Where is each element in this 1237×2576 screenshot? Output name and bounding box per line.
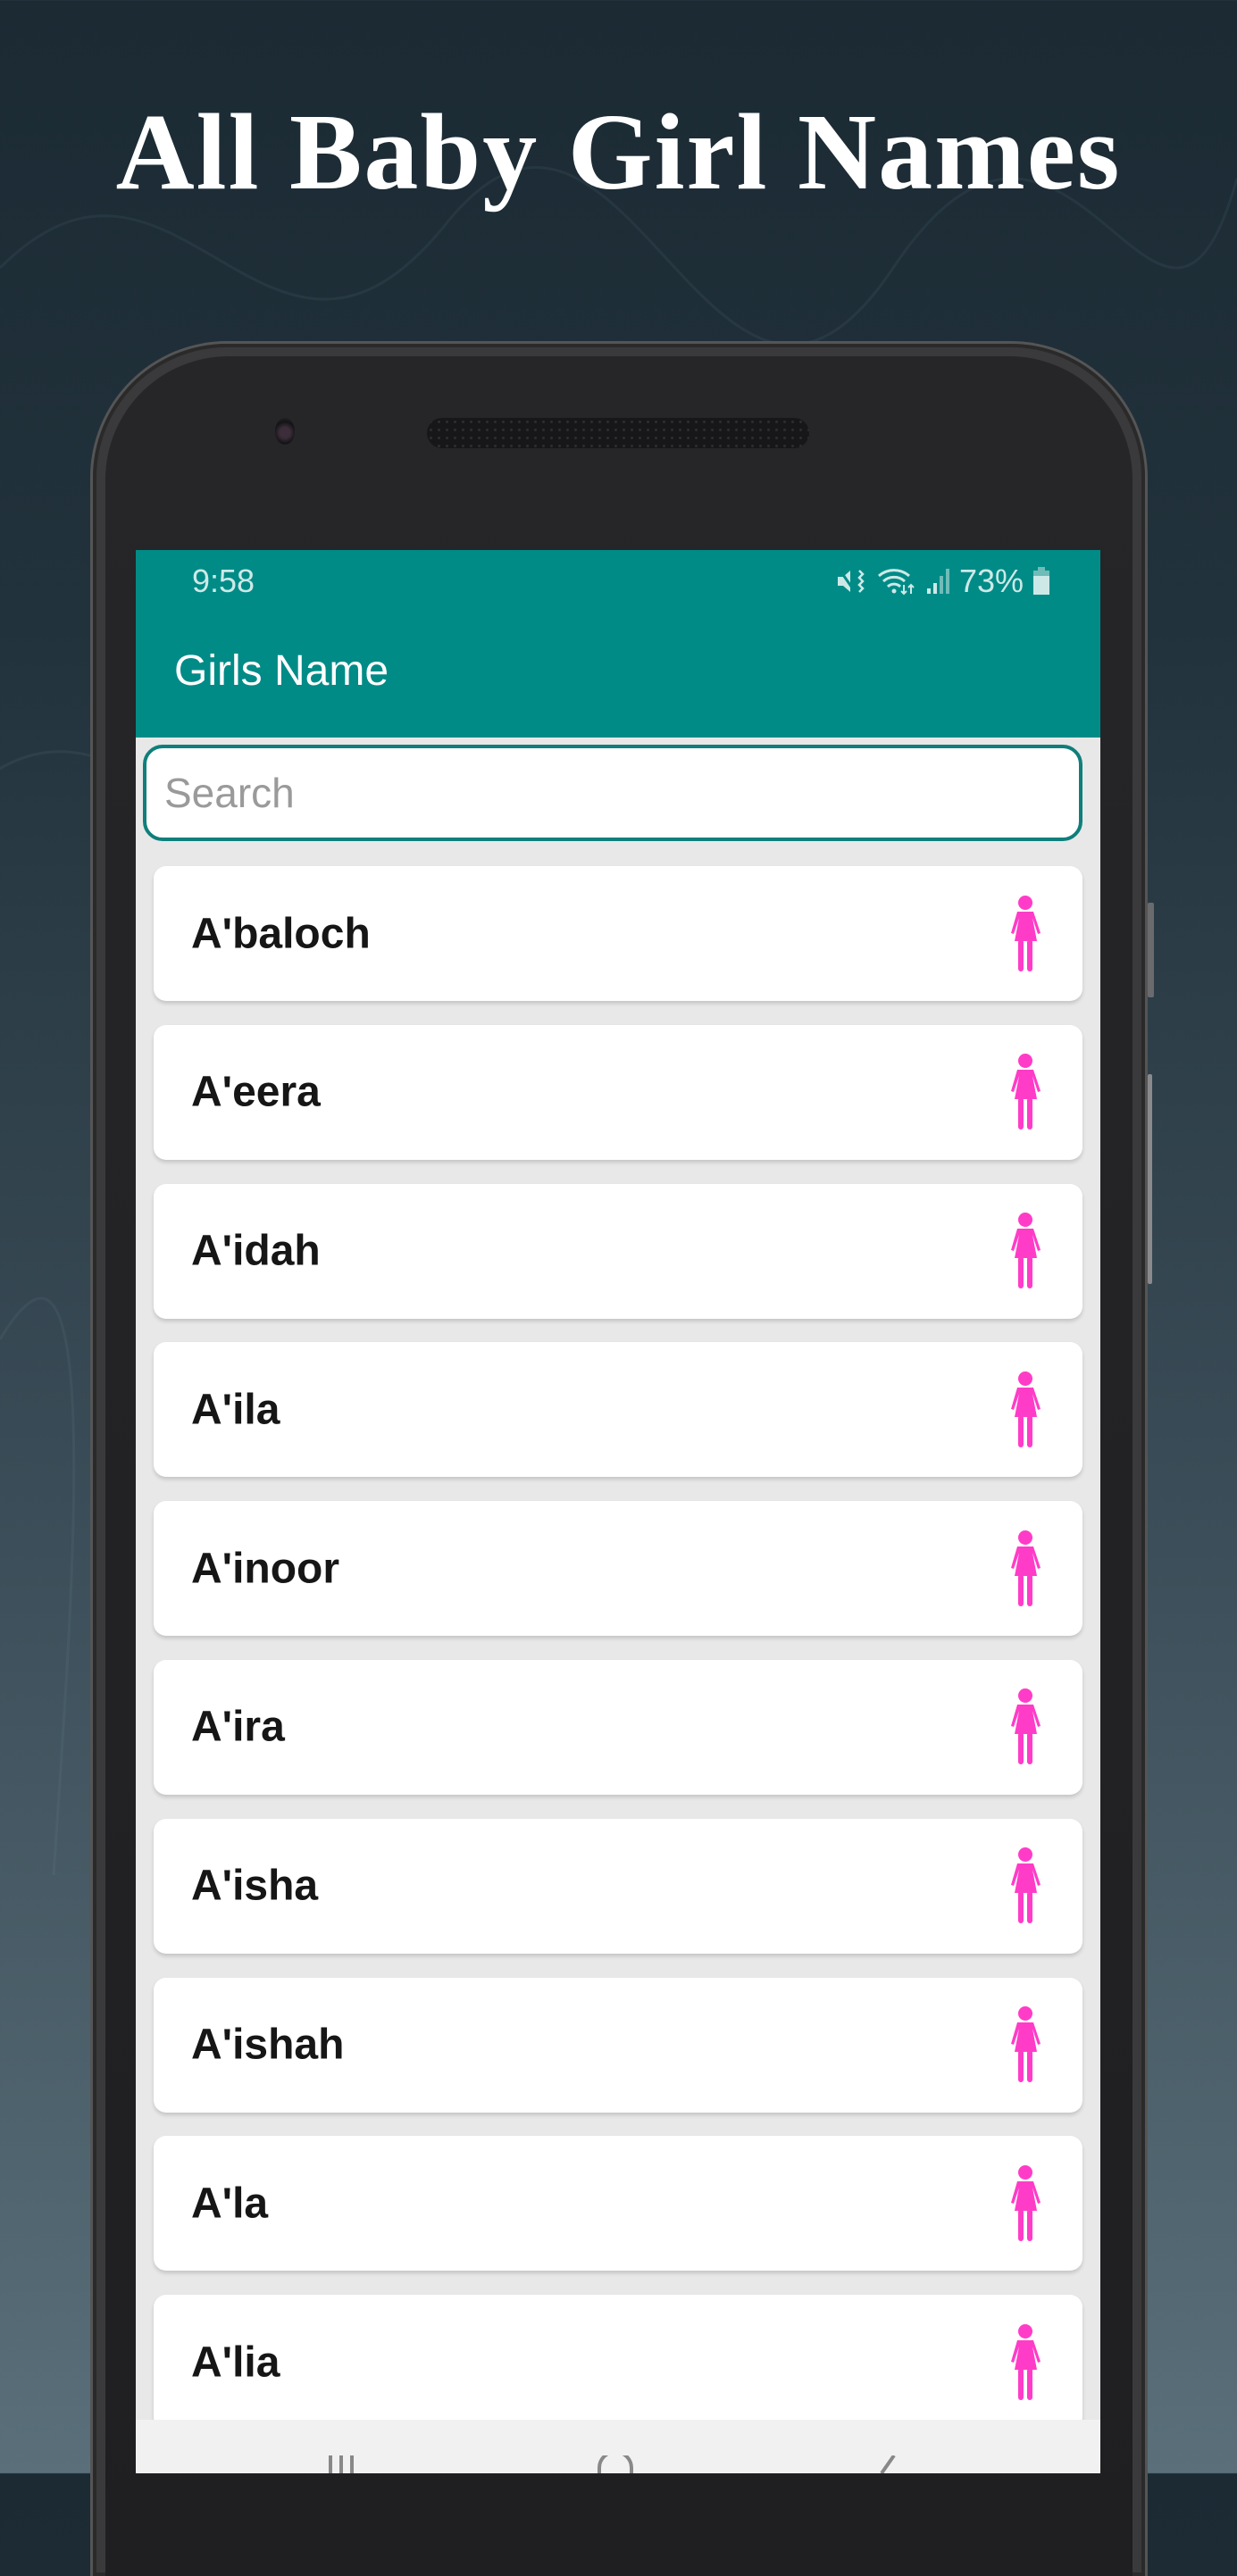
female-icon (1011, 1371, 1041, 1447)
female-icon (1011, 2006, 1041, 2083)
female-icon (1011, 1054, 1041, 1130)
female-icon (1011, 895, 1041, 971)
status-time: 9:58 (192, 563, 255, 599)
female-icon (1011, 1530, 1041, 1606)
volume-button (1148, 1074, 1152, 1284)
app-bar: 9:58 73% Girls Name (136, 550, 1100, 738)
battery-percent: 73% (958, 563, 1024, 599)
names-list: A'baloch A'eera A'idah A'ila A'inoor A'i… (154, 866, 1082, 2454)
list-item[interactable]: A'inoor (154, 1501, 1082, 1637)
female-icon (1011, 1213, 1041, 1289)
app-screen: 9:58 73% Girls Name Search A'baloch A'ee… (136, 550, 1100, 2473)
app-title: Girls Name (174, 647, 389, 695)
name-label: A'baloch (191, 910, 371, 957)
list-item[interactable]: A'ishah (154, 1977, 1082, 2113)
system-nav-bar (136, 2420, 1100, 2473)
name-label: A'lia (191, 2338, 280, 2387)
mute-vibrate-icon (837, 569, 865, 594)
name-label: A'eera (191, 1068, 321, 1116)
battery-icon (1033, 567, 1049, 595)
name-label: A'la (191, 2180, 269, 2228)
status-icons: 73% (836, 563, 1050, 600)
front-camera (275, 418, 295, 445)
promo-headline: All Baby Girl Names (115, 92, 1122, 213)
recents-icon[interactable] (323, 2455, 359, 2473)
list-item[interactable]: A'la (154, 2136, 1082, 2272)
name-label: A'inoor (191, 1545, 340, 1593)
list-item[interactable]: A'ira (154, 1659, 1082, 1795)
list-item[interactable]: A'lia (154, 2295, 1082, 2430)
female-icon (1011, 1847, 1041, 1924)
back-icon[interactable] (873, 2455, 899, 2473)
name-label: A'idah (191, 1227, 321, 1275)
name-label: A'ila (191, 1386, 280, 1434)
list-item[interactable]: A'ila (154, 1342, 1082, 1478)
wifi-icon (877, 569, 915, 596)
list-item[interactable]: A'idah (154, 1183, 1082, 1319)
home-icon[interactable] (596, 2455, 635, 2473)
name-label: A'ishah (191, 2021, 345, 2069)
signal-icon (926, 569, 949, 594)
list-item[interactable]: A'isha (154, 1818, 1082, 1954)
power-button (1148, 903, 1154, 997)
earpiece-speaker (427, 418, 809, 448)
search-field[interactable] (143, 745, 1082, 841)
list-item[interactable]: A'baloch (154, 866, 1082, 1001)
female-icon (1011, 2323, 1041, 2400)
name-label: A'ira (191, 1703, 285, 1751)
female-icon (1011, 1688, 1041, 1765)
list-item[interactable]: A'eera (154, 1024, 1082, 1160)
name-label: A'isha (191, 1862, 319, 1910)
female-icon (1011, 2164, 1041, 2241)
search-input[interactable] (146, 748, 1079, 838)
